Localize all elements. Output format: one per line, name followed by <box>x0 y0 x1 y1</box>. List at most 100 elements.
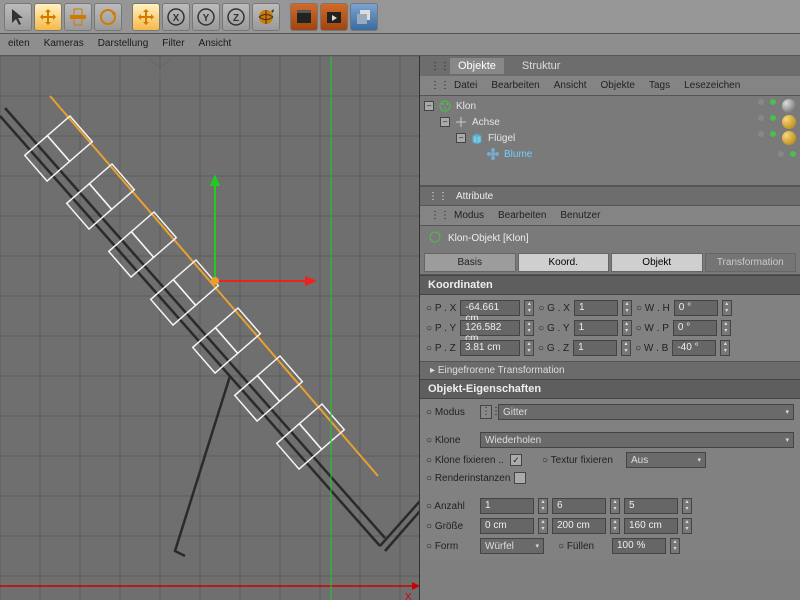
tab-structure[interactable]: Struktur <box>514 58 569 74</box>
menu-item[interactable]: Ansicht <box>554 80 587 91</box>
menu-item[interactable]: Lesezeichen <box>684 80 740 91</box>
z-axis-button[interactable]: Z <box>222 3 250 31</box>
label-gx: ○ G . X <box>538 303 570 314</box>
spinner[interactable]: ▴▾ <box>670 538 680 554</box>
hierarchy-label[interactable]: Flügel <box>488 133 515 144</box>
rotate-tool-button[interactable] <box>94 3 122 31</box>
spinner[interactable]: ▴▾ <box>722 300 732 316</box>
spinner[interactable]: ▴▾ <box>524 340 534 356</box>
dropdown-klone[interactable]: Wiederholen <box>480 432 794 448</box>
field-anzahl-z[interactable]: 5 <box>624 498 678 514</box>
hierarchy-row[interactable]: – Achse <box>424 114 796 130</box>
grip-icon: ⋮⋮ <box>430 61 440 72</box>
material-sphere[interactable] <box>782 115 796 129</box>
render-button[interactable] <box>290 3 318 31</box>
menu-item[interactable]: Modus <box>454 210 484 221</box>
move-axis-button[interactable] <box>132 3 160 31</box>
clone-icon <box>428 230 442 247</box>
section-objekt-eigenschaften: Objekt-Eigenschaften <box>420 379 800 399</box>
dropdown-form[interactable]: Würfel <box>480 538 544 554</box>
spinner[interactable]: ▴▾ <box>538 498 548 514</box>
menu-item[interactable]: Benutzer <box>560 210 600 221</box>
tab-koord[interactable]: Koord. <box>518 253 610 272</box>
spinner[interactable]: ▴▾ <box>610 518 620 534</box>
spinner[interactable]: ▴▾ <box>524 300 534 316</box>
hierarchy-label[interactable]: Klon <box>456 101 476 112</box>
spinner[interactable]: ▴▾ <box>682 518 692 534</box>
spinner[interactable]: ▴▾ <box>622 300 632 316</box>
field-groesse-x[interactable]: 0 cm <box>480 518 534 534</box>
field-wb[interactable]: -40 ° <box>672 340 716 356</box>
field-groesse-z[interactable]: 160 cm <box>624 518 678 534</box>
spinner[interactable]: ▴▾ <box>621 340 631 356</box>
menu-item[interactable]: Bearbeiten <box>498 210 546 221</box>
checkbox-klone-fixieren[interactable]: ✓ <box>510 454 522 466</box>
tree-toggle[interactable]: – <box>456 133 466 143</box>
menu-item[interactable]: eiten <box>8 38 30 51</box>
spinner[interactable]: ▴▾ <box>610 498 620 514</box>
label-anzahl: ○ Anzahl <box>426 501 476 512</box>
hierarchy-label[interactable]: Blume <box>504 149 532 160</box>
cube-icon <box>470 131 484 145</box>
layers-button[interactable] <box>350 3 378 31</box>
menu-item[interactable]: Tags <box>649 80 670 91</box>
field-gx[interactable]: 1 <box>574 300 618 316</box>
spinner[interactable]: ▴▾ <box>682 498 692 514</box>
spinner[interactable]: ▴▾ <box>720 340 730 356</box>
field-anzahl-x[interactable]: 1 <box>480 498 534 514</box>
object-panel-menu: ⋮⋮ Datei Bearbeiten Ansicht Objekte Tags… <box>420 76 800 96</box>
svg-text:Z: Z <box>233 13 239 24</box>
spinner[interactable]: ▴▾ <box>721 320 731 336</box>
object-hierarchy[interactable]: – Klon – Achse – Flügel <box>420 96 800 186</box>
tab-transformation[interactable]: Transformation <box>705 253 797 272</box>
menu-item[interactable]: Ansicht <box>199 38 232 51</box>
scale-tool-button[interactable] <box>64 3 92 31</box>
tab-objekt[interactable]: Objekt <box>611 253 703 272</box>
menu-item[interactable]: Bearbeiten <box>491 80 539 91</box>
field-gy[interactable]: 1 <box>574 320 618 336</box>
dropdown-textur-fixieren[interactable]: Aus <box>626 452 706 468</box>
koordinaten-props: ○ P . X -64.661 cm▴▾ ○ G . X 1▴▾ ○ W . H… <box>420 295 800 361</box>
cursor-tool-button[interactable] <box>4 3 32 31</box>
move-tool-button[interactable] <box>34 3 62 31</box>
field-px[interactable]: -64.661 cm <box>460 300 520 316</box>
menu-item[interactable]: Darstellung <box>98 38 149 51</box>
tree-toggle[interactable]: – <box>424 101 434 111</box>
spinner[interactable]: ▴▾ <box>524 320 534 336</box>
hierarchy-label[interactable]: Achse <box>472 117 500 128</box>
field-wh[interactable]: 0 ° <box>674 300 718 316</box>
grid-icon: ⋮⋮ <box>480 405 492 419</box>
x-axis-button[interactable]: X <box>162 3 190 31</box>
svg-text:X: X <box>173 13 180 24</box>
field-py[interactable]: 126.582 cm <box>460 320 520 336</box>
attribute-title: Klon-Objekt [Klon] <box>420 226 800 251</box>
spinner[interactable]: ▴▾ <box>538 518 548 534</box>
field-wp[interactable]: 0 ° <box>673 320 717 336</box>
menu-item[interactable]: Objekte <box>601 80 635 91</box>
tab-objects[interactable]: Objekte <box>450 58 504 74</box>
menu-item[interactable]: Kameras <box>44 38 84 51</box>
tree-toggle[interactable]: – <box>440 117 450 127</box>
tab-basis[interactable]: Basis <box>424 253 516 272</box>
material-sphere[interactable] <box>782 99 796 113</box>
hierarchy-row[interactable]: Blume <box>424 146 796 162</box>
frozen-transform-toggle[interactable]: ▸ Eingefrorene Transformation <box>420 361 800 379</box>
menu-item[interactable]: Filter <box>162 38 184 51</box>
dropdown-modus[interactable]: Gitter <box>498 404 794 420</box>
field-fuellen[interactable]: 100 % <box>612 538 666 554</box>
field-anzahl-y[interactable]: 6 <box>552 498 606 514</box>
hierarchy-row[interactable]: – Flügel <box>424 130 796 146</box>
menu-item[interactable]: Datei <box>454 80 477 91</box>
render-settings-button[interactable] <box>320 3 348 31</box>
world-axis-button[interactable] <box>252 3 280 31</box>
material-sphere[interactable] <box>782 131 796 145</box>
3d-viewport[interactable]: X <box>0 56 420 600</box>
field-groesse-y[interactable]: 200 cm <box>552 518 606 534</box>
spinner[interactable]: ▴▾ <box>622 320 632 336</box>
field-gz[interactable]: 1 <box>573 340 617 356</box>
label-gz: ○ G . Z <box>538 343 569 354</box>
hierarchy-row[interactable]: – Klon <box>424 98 796 114</box>
y-axis-button[interactable]: Y <box>192 3 220 31</box>
field-pz[interactable]: 3.81 cm <box>460 340 520 356</box>
checkbox-renderinstanzen[interactable] <box>514 472 526 484</box>
